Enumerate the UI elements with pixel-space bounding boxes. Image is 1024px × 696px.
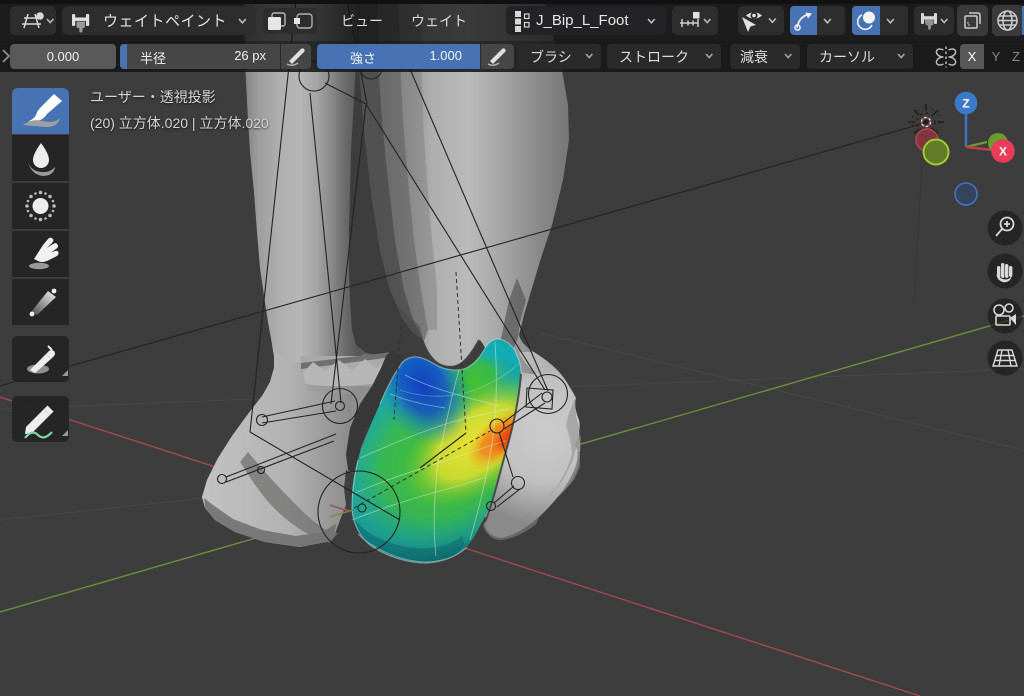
svg-text:X: X <box>999 145 1007 159</box>
svg-text:Z: Z <box>962 97 969 111</box>
